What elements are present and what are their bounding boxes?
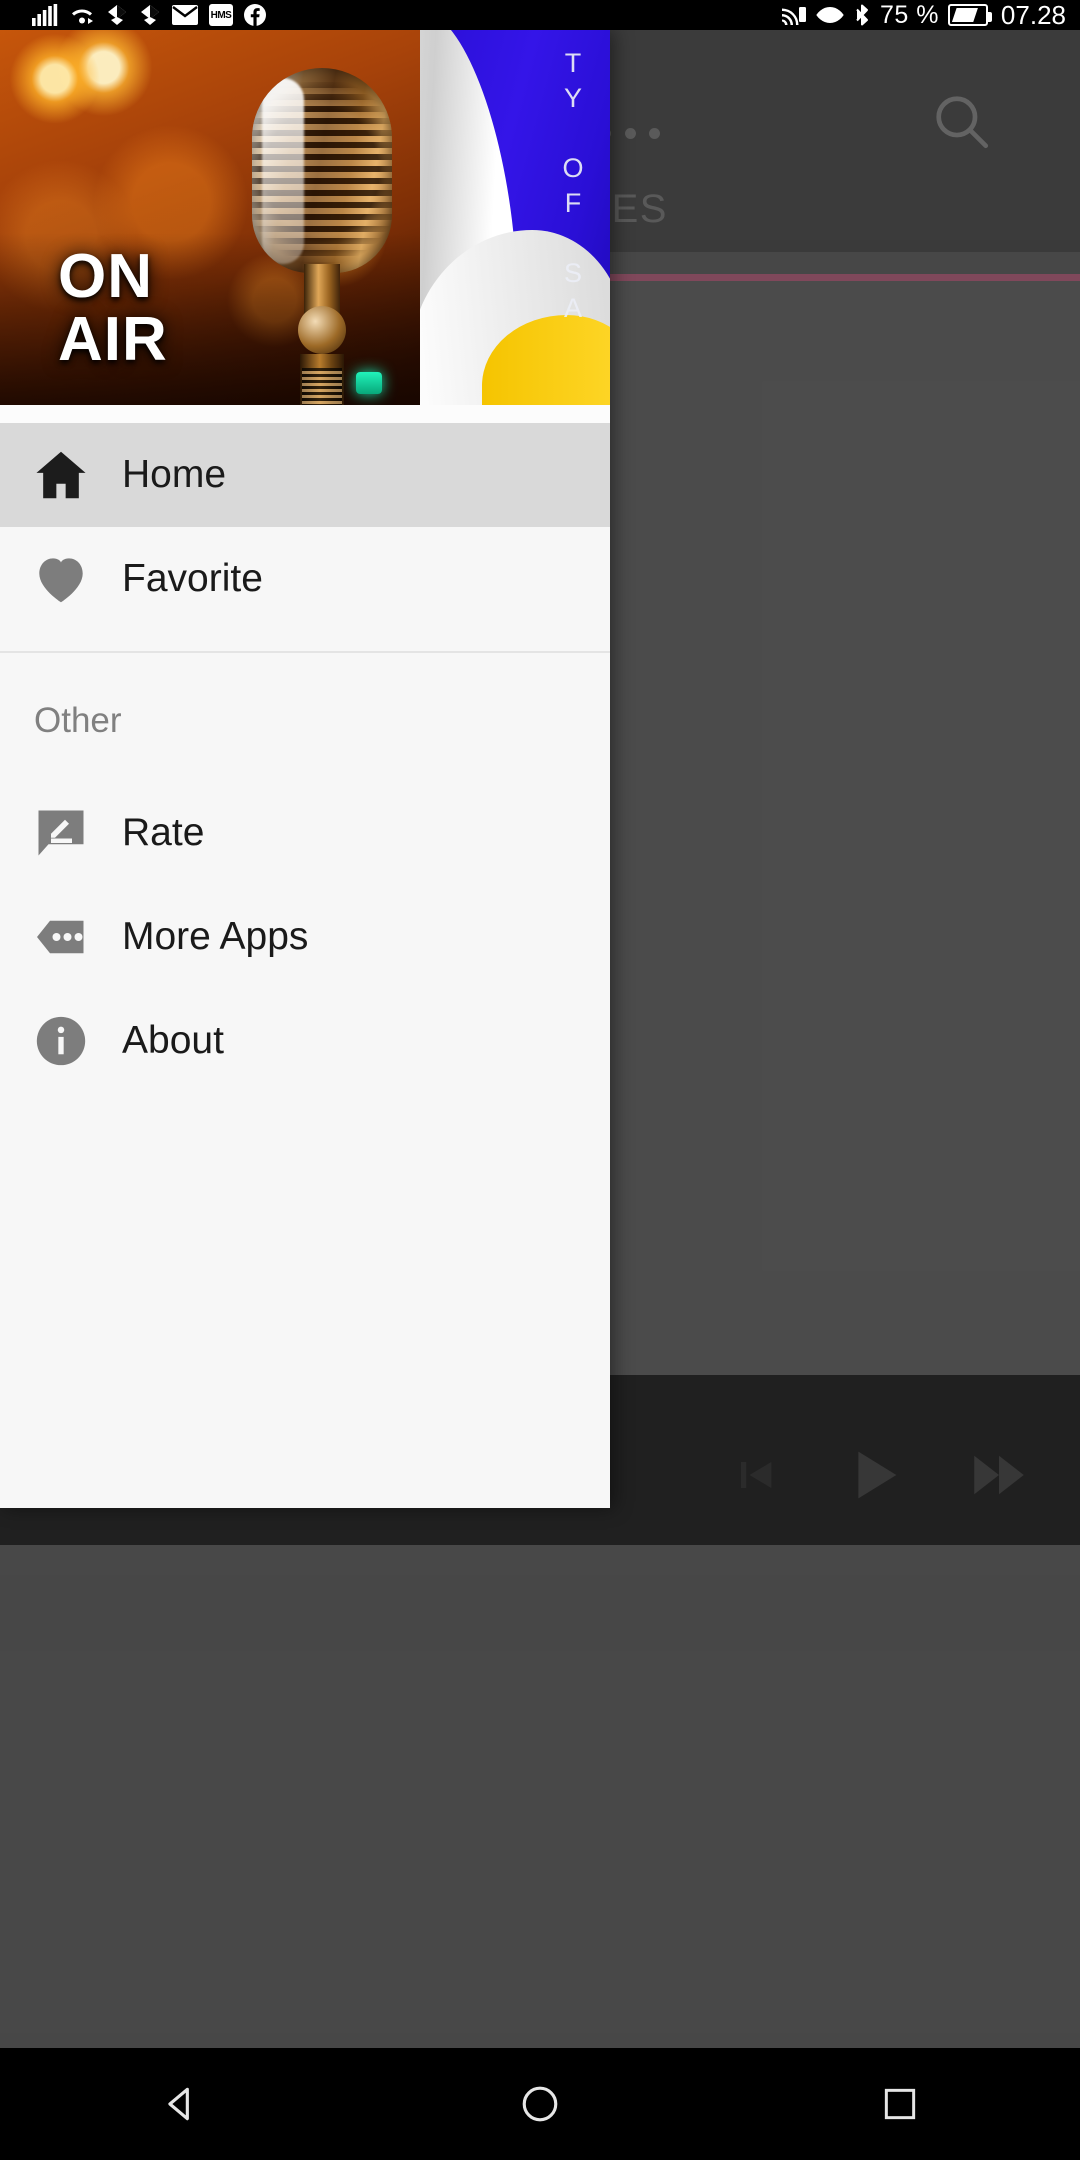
bluetooth-icon [853, 3, 871, 27]
on-air-line-1: ON [58, 241, 153, 311]
hms-icon: HMS [209, 4, 233, 26]
home-icon [0, 444, 122, 506]
eye-icon [816, 5, 844, 25]
dropbox-sync-icon [106, 4, 128, 26]
back-triangle-icon[interactable] [100, 2048, 260, 2160]
sidebar-item-label: About [122, 1019, 224, 1062]
sidebar-item-home[interactable]: Home [0, 423, 610, 527]
sidebar-item-about[interactable]: About [0, 989, 610, 1093]
drawer-header-image: TY OF SA ON AIR [0, 30, 610, 405]
recents-square-icon[interactable] [820, 2048, 980, 2160]
wifi-icon [69, 4, 95, 26]
facebook-icon [244, 4, 266, 26]
cast-icon [781, 4, 807, 26]
microphone-icon [238, 68, 408, 405]
navigation-drawer: TY OF SA ON AIR Home Favorite Other Rate… [0, 30, 610, 1508]
dropbox-sync-icon-2 [139, 4, 161, 26]
mail-icon [172, 5, 198, 25]
sidebar-item-label: More Apps [122, 915, 309, 958]
status-clock: 07.28 [1000, 0, 1066, 30]
on-air-line-2: AIR [58, 304, 168, 374]
rate-review-icon [0, 803, 122, 863]
battery-icon [947, 4, 992, 26]
status-left-icons: HMS [0, 4, 266, 26]
sidebar-item-label: Rate [122, 811, 205, 854]
sidebar-item-label: Favorite [122, 557, 263, 600]
status-right-icons: 75 % 07.28 [781, 0, 1080, 31]
sidebar-item-label: Home [122, 453, 227, 496]
signal-bars-icon [32, 4, 58, 26]
status-bar: HMS 75 % 07.28 [0, 0, 1080, 30]
battery-percent-label: 75 % [879, 0, 939, 29]
drawer-primary-list: Home Favorite Other Rate More Apps About [0, 423, 610, 1093]
flag-text: TY OF SA [558, 48, 588, 328]
more-apps-tag-icon [0, 907, 122, 967]
section-header-other: Other [34, 701, 122, 740]
waving-flag-graphic: TY OF SA [420, 30, 610, 405]
sidebar-item-rate[interactable]: Rate [0, 781, 610, 885]
drawer-other-list: Rate More Apps About [0, 781, 610, 1093]
home-circle-icon[interactable] [460, 2048, 620, 2160]
info-circle-icon [0, 1012, 122, 1070]
system-navigation-bar [0, 2048, 1080, 2160]
on-air-text: ON AIR [58, 241, 168, 374]
sidebar-item-favorite[interactable]: Favorite [0, 527, 610, 631]
sidebar-item-more-apps[interactable]: More Apps [0, 885, 610, 989]
heart-icon [0, 548, 122, 610]
header-separator [0, 405, 610, 423]
